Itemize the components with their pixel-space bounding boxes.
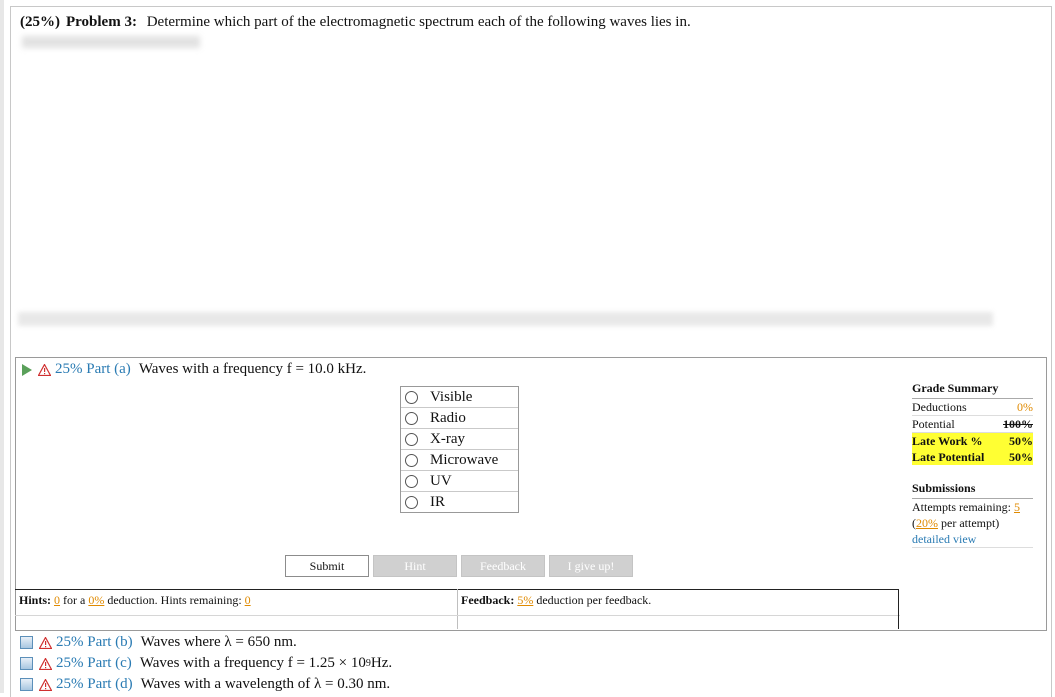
part-d-row[interactable]: 25% Part (d) Waves with a wavelength of … — [20, 674, 392, 695]
option-label: Microwave — [430, 451, 499, 468]
late-potential-label: Late Potential — [912, 449, 985, 464]
problem-label: Problem 3: — [66, 14, 137, 30]
feedback-info: Feedback: 5% deduction per feedback. — [461, 593, 651, 608]
hints-label: Hints: — [19, 593, 52, 607]
option-label: UV — [430, 472, 452, 489]
part-b-question: Waves where λ = 650 nm. — [140, 634, 297, 650]
radio-button[interactable] — [405, 453, 418, 467]
warning-icon — [39, 678, 52, 691]
option-ir[interactable]: IR — [401, 492, 518, 512]
per-attempt-pct: 20% — [916, 516, 938, 530]
radio-button[interactable] — [405, 390, 418, 404]
hints-remaining: 0 — [244, 593, 251, 607]
grade-summary: Grade Summary Deductions 0% Potential 100%… — [912, 381, 1033, 465]
submissions-panel: Submissions Attempts remaining: 5 (20% p… — [912, 481, 1033, 548]
warning-icon — [38, 363, 51, 376]
play-icon[interactable] — [22, 363, 32, 376]
hints-deduction-text: deduction. Hints remaining: — [107, 593, 242, 607]
divider — [457, 589, 458, 629]
expand-icon[interactable] — [20, 657, 33, 670]
grade-summary-title: Grade Summary — [912, 381, 1033, 399]
attempts-value: 5 — [1013, 500, 1020, 514]
late-work-label: Late Work % — [912, 433, 983, 448]
warning-icon — [39, 657, 52, 670]
hints-pct: 0% — [88, 593, 105, 607]
divider — [15, 615, 457, 616]
other-parts-list: 25% Part (b) Waves where λ = 650 nm. 25%… — [20, 632, 392, 695]
submissions-title: Submissions — [912, 481, 1033, 499]
radio-button[interactable] — [405, 432, 418, 446]
late-potential-row: Late Potential 50% — [912, 449, 1033, 465]
hints-count: 0 — [54, 593, 61, 607]
option-label: X-ray — [430, 430, 465, 447]
late-work-row: Late Work % 50% — [912, 433, 1033, 449]
part-a-header[interactable]: 25% Part (a) Waves with a frequency f = … — [22, 361, 366, 378]
late-work-value: 50% — [1009, 433, 1033, 448]
option-label: Visible — [430, 388, 473, 405]
option-uv[interactable]: UV — [401, 471, 518, 492]
part-b-label: 25% Part (b) — [56, 634, 133, 650]
option-visible[interactable]: Visible — [401, 387, 518, 408]
part-c-tail: Hz. — [370, 655, 393, 671]
potential-label: Potential — [912, 416, 955, 431]
part-c-label: 25% Part (c) — [56, 655, 132, 671]
part-d-question: Waves with a wavelength of λ = 0.30 nm. — [140, 676, 391, 692]
submit-button[interactable]: Submit — [285, 555, 369, 577]
potential-value: 100% — [1003, 416, 1033, 431]
late-potential-value: 50% — [1009, 449, 1033, 464]
potential-row: Potential 100% — [912, 416, 1033, 433]
attempts-remaining: Attempts remaining: 5 — [912, 499, 1033, 515]
problem-text: Determine which part of the electromagne… — [146, 14, 691, 30]
part-b-row[interactable]: 25% Part (b) Waves where λ = 650 nm. — [20, 632, 392, 653]
option-label: IR — [430, 493, 445, 510]
part-d-label: 25% Part (d) — [56, 676, 133, 692]
redacted-line — [18, 312, 993, 326]
hint-button[interactable]: Hint — [373, 555, 457, 577]
radio-button[interactable] — [405, 495, 418, 509]
redacted-line — [22, 36, 200, 48]
option-x-ray[interactable]: X-ray — [401, 429, 518, 450]
problem-weight: (25%) — [20, 14, 60, 30]
per-attempt: (20% per attempt) — [912, 515, 1033, 531]
expand-icon[interactable] — [20, 678, 33, 691]
option-radio[interactable]: Radio — [401, 408, 518, 429]
feedback-button[interactable]: Feedback — [461, 555, 545, 577]
hints-info: Hints: 0 for a 0% deduction. Hints remai… — [19, 593, 251, 608]
radio-button[interactable] — [405, 411, 418, 425]
divider — [898, 589, 899, 629]
attempts-label: Attempts remaining: — [912, 500, 1011, 514]
answer-options: Visible Radio X-ray Microwave UV IR — [400, 386, 519, 513]
detailed-view-link[interactable]: detailed view — [912, 532, 976, 546]
part-a-label: 25% Part (a) — [55, 361, 131, 377]
deductions-label: Deductions — [912, 399, 967, 414]
hints-for-a: for a — [63, 593, 86, 607]
radio-button[interactable] — [405, 474, 418, 488]
part-c-row[interactable]: 25% Part (c) Waves with a frequency f = … — [20, 653, 392, 674]
option-label: Radio — [430, 409, 466, 426]
expand-icon[interactable] — [20, 636, 33, 649]
problem-title: (25%) Problem 3: Determine which part of … — [20, 14, 691, 31]
feedback-label: Feedback: — [461, 593, 515, 607]
per-attempt-text: per attempt) — [941, 516, 1000, 530]
deductions-value: 0% — [1017, 399, 1033, 414]
option-microwave[interactable]: Microwave — [401, 450, 518, 471]
warning-icon — [39, 636, 52, 649]
part-c-question: Waves with a frequency f = 1.25 × 10 — [139, 655, 366, 671]
feedback-pct: 5% — [517, 593, 534, 607]
give-up-button[interactable]: I give up! — [549, 555, 633, 577]
part-a-question: Waves with a frequency f = 10.0 kHz. — [138, 361, 367, 377]
left-rule — [0, 0, 4, 693]
feedback-text: deduction per feedback. — [536, 593, 652, 607]
divider — [457, 615, 900, 616]
deductions-row: Deductions 0% — [912, 399, 1033, 416]
